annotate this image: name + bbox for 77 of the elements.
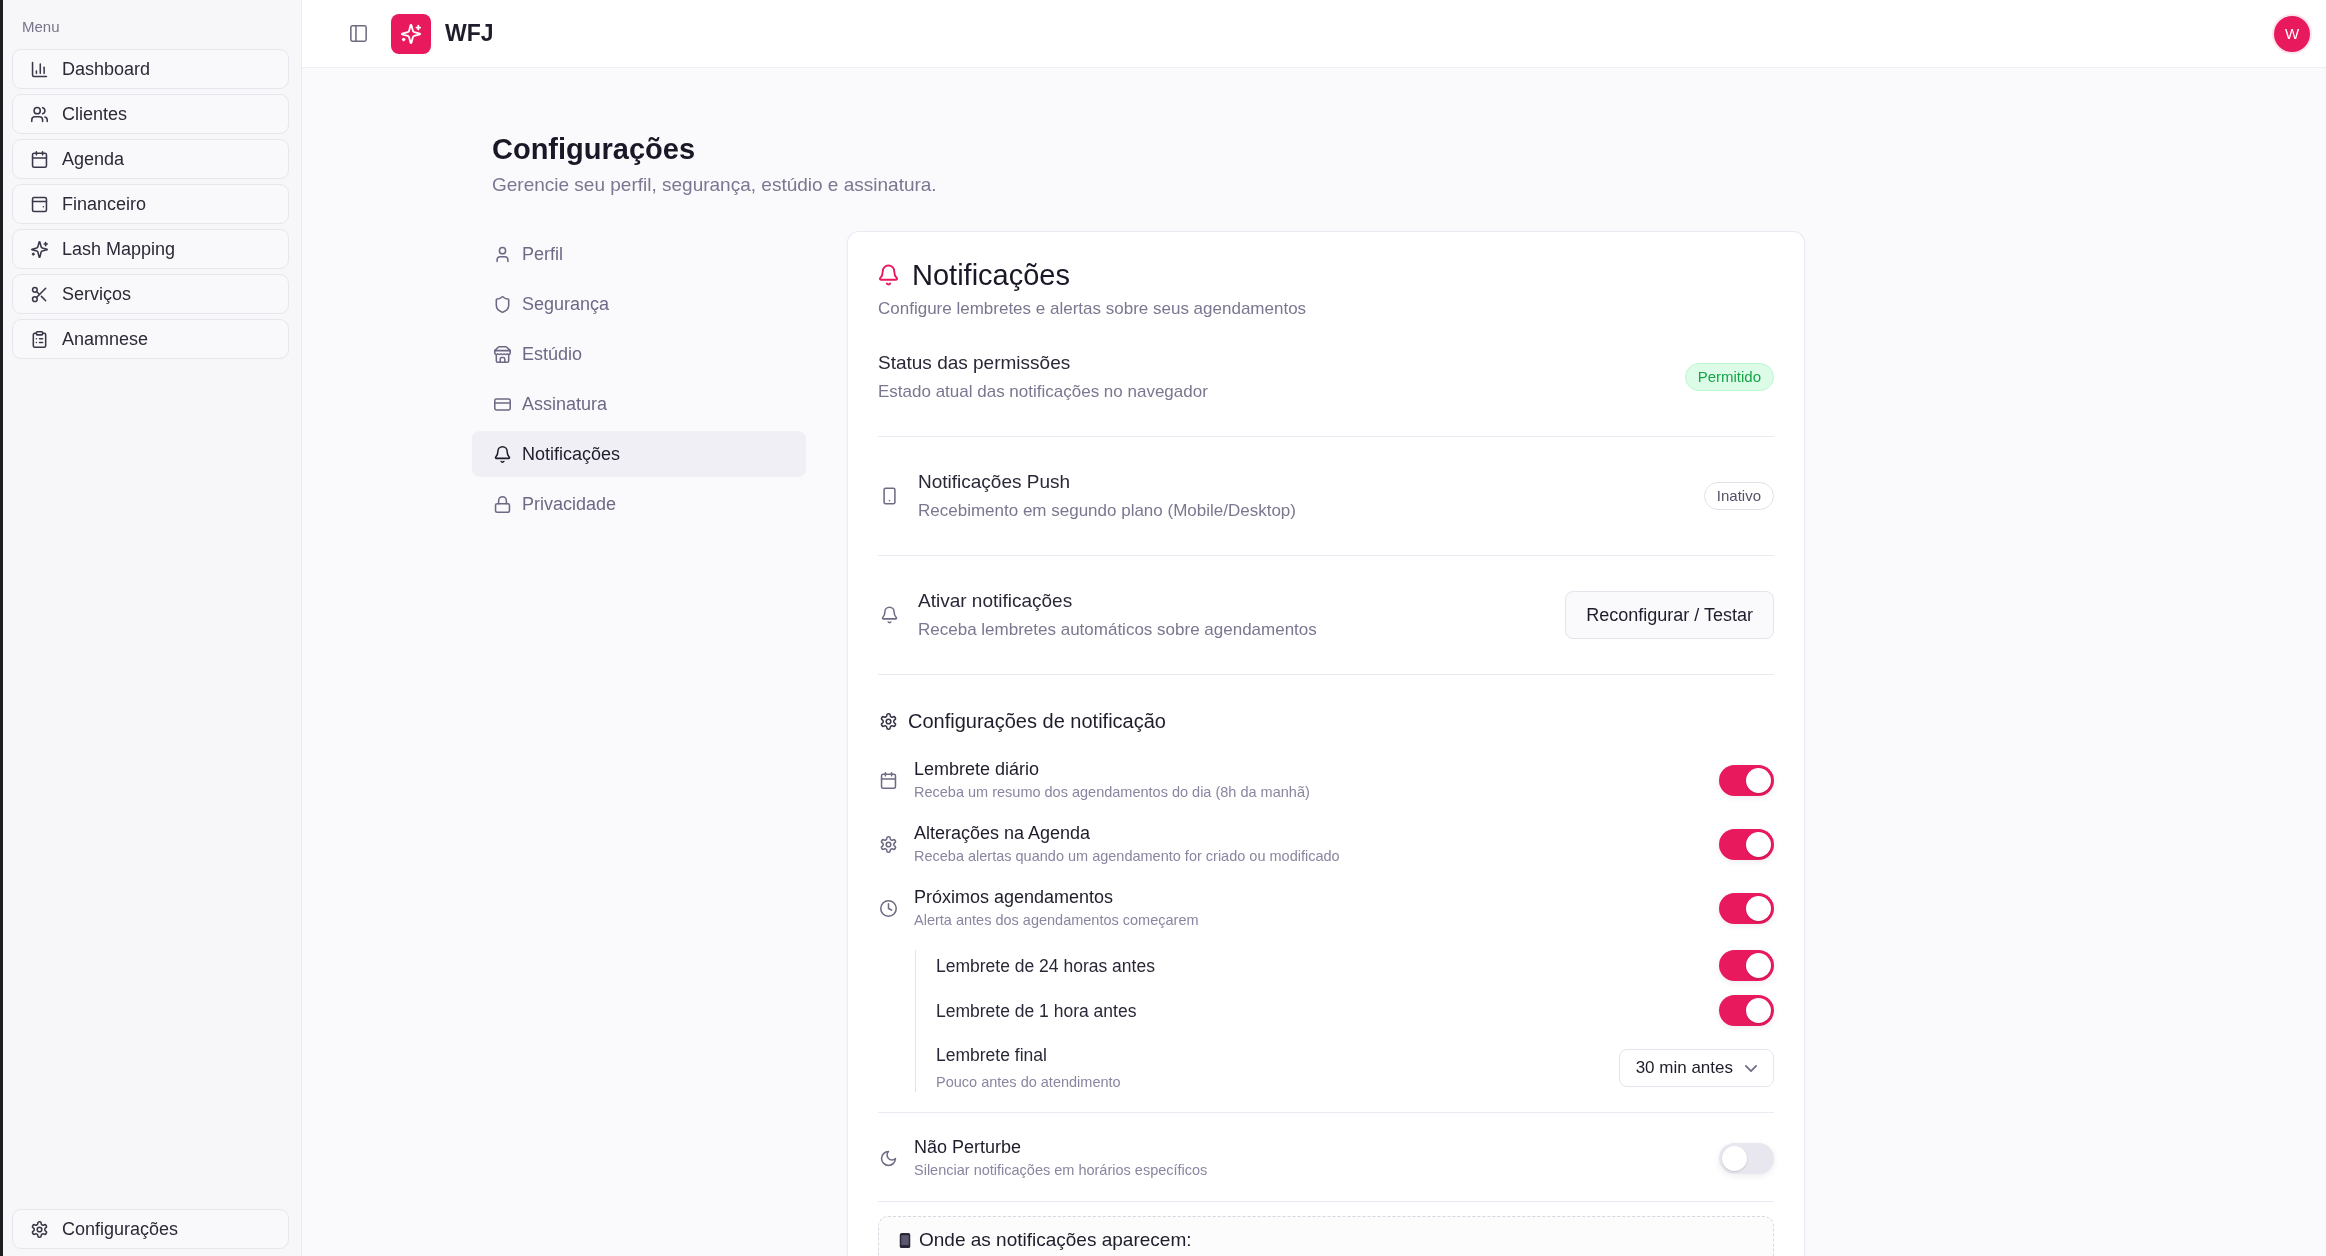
users-icon	[31, 105, 48, 123]
section-title: Ativar notificações	[918, 589, 1073, 613]
user-avatar[interactable]: W	[2274, 15, 2310, 52]
card-subtitle: Configure lembretes e alertas sobre seus agendamentos	[878, 298, 1307, 320]
reconfigure-button[interactable]: Reconfigurar / Testar	[1565, 591, 1774, 639]
bell-icon	[881, 604, 898, 626]
gear-icon	[880, 712, 897, 730]
select-dropdown[interactable]: 30 min antes	[1618, 1049, 1774, 1087]
page-title: Configurações	[492, 132, 696, 166]
section-description: Estado atual das notificações no navegador	[878, 381, 1208, 403]
toggle-switch[interactable]	[1719, 828, 1774, 860]
shield-icon	[494, 295, 511, 313]
wallet-icon	[31, 195, 48, 213]
toggle-switch[interactable]	[1719, 995, 1774, 1026]
user-icon	[494, 245, 511, 263]
scissors-icon	[31, 285, 48, 303]
setting-description: Pouco antes do atendimento	[936, 1073, 1121, 1092]
credit-card-icon	[494, 395, 511, 413]
calendar-icon	[31, 150, 48, 168]
sidebar-item[interactable]: Dashboard	[12, 49, 289, 89]
sparkles-icon	[31, 240, 48, 258]
setting-description: Alerta antes dos agendamentos começarem	[914, 911, 1199, 930]
section-title: Notificações Push	[918, 470, 1071, 494]
clock-icon	[880, 899, 897, 917]
sidebar-item[interactable]: Agenda	[12, 139, 289, 179]
toggle-switch[interactable]	[1719, 950, 1774, 981]
status-badge: Inativo	[1703, 482, 1774, 510]
toggle-switch[interactable]	[1719, 892, 1774, 924]
bar-chart-icon	[31, 60, 48, 78]
setting-title: Lembrete de 1 hora antes	[936, 999, 1137, 1022]
app-name: WFJ	[445, 20, 494, 47]
clipboard-icon	[31, 330, 48, 348]
settings-tab[interactable]: Perfil	[472, 231, 806, 277]
sidebar-heading: Menu	[22, 17, 60, 37]
bell-icon	[878, 264, 899, 286]
sidebar-item[interactable]: Anamnese	[12, 319, 289, 359]
sidebar-item[interactable]: Lash Mapping	[12, 229, 289, 269]
info-heading: Onde as notificações aparecem:	[919, 1229, 1192, 1251]
setting-title: Próximos agendamentos	[914, 886, 1114, 908]
bell-icon	[494, 445, 511, 463]
settings-tab[interactable]: Privacidade	[472, 481, 806, 527]
settings-tab[interactable]: Notificações	[472, 431, 806, 477]
setting-description: Silenciar notificações em horários específicos	[914, 1161, 1208, 1180]
setting-title: Lembrete diário	[914, 758, 1040, 780]
toggle-switch[interactable]	[1719, 1142, 1774, 1174]
chevron-down-icon	[1745, 1064, 1757, 1072]
sidebar-item[interactable]: Financeiro	[12, 184, 289, 224]
toggle-switch[interactable]	[1719, 764, 1774, 796]
setting-title: Alterações na Agenda	[914, 822, 1091, 844]
section-title: Status das permissões	[878, 351, 1071, 375]
setting-title: Lembrete final	[936, 1044, 1047, 1066]
section-description: Recebimento em segundo plano (Mobile/Desktop)	[918, 500, 1296, 522]
sidebar-toggle-icon[interactable]	[350, 25, 367, 42]
setting-title: Lembrete de 24 horas antes	[936, 954, 1155, 977]
sidebar-item[interactable]: Serviços	[12, 274, 289, 314]
section-heading: Configurações de notificação	[908, 709, 1166, 733]
card-title: Notificações	[912, 258, 1070, 292]
status-badge: Permitido	[1684, 363, 1774, 391]
smartphone-icon	[881, 485, 898, 507]
smartphone-icon	[899, 1231, 911, 1249]
setting-description: Receba alertas quando um agendamento for criado ou modificado	[914, 847, 1340, 866]
lock-icon	[494, 495, 511, 513]
settings-tab[interactable]: Estúdio	[472, 331, 806, 377]
setting-description: Receba um resumo dos agendamentos do dia (8h da manhã)	[914, 783, 1310, 802]
settings-tab[interactable]: Assinatura	[472, 381, 806, 427]
calendar-icon	[880, 771, 897, 789]
section-description: Receba lembretes automáticos sobre agendamentos	[918, 619, 1317, 641]
gear-icon	[31, 1220, 48, 1238]
gear-icon	[880, 835, 897, 853]
setting-title: Não Perturbe	[914, 1136, 1022, 1158]
moon-icon	[880, 1149, 897, 1167]
sidebar-item[interactable]: Configurações	[12, 1209, 289, 1249]
settings-tab[interactable]: Segurança	[472, 281, 806, 327]
sidebar-item[interactable]: Clientes	[12, 94, 289, 134]
page-subtitle: Gerencie seu perfil, segurança, estúdio e assinatura.	[492, 174, 937, 196]
logo-icon	[391, 13, 431, 54]
store-icon	[494, 345, 511, 363]
